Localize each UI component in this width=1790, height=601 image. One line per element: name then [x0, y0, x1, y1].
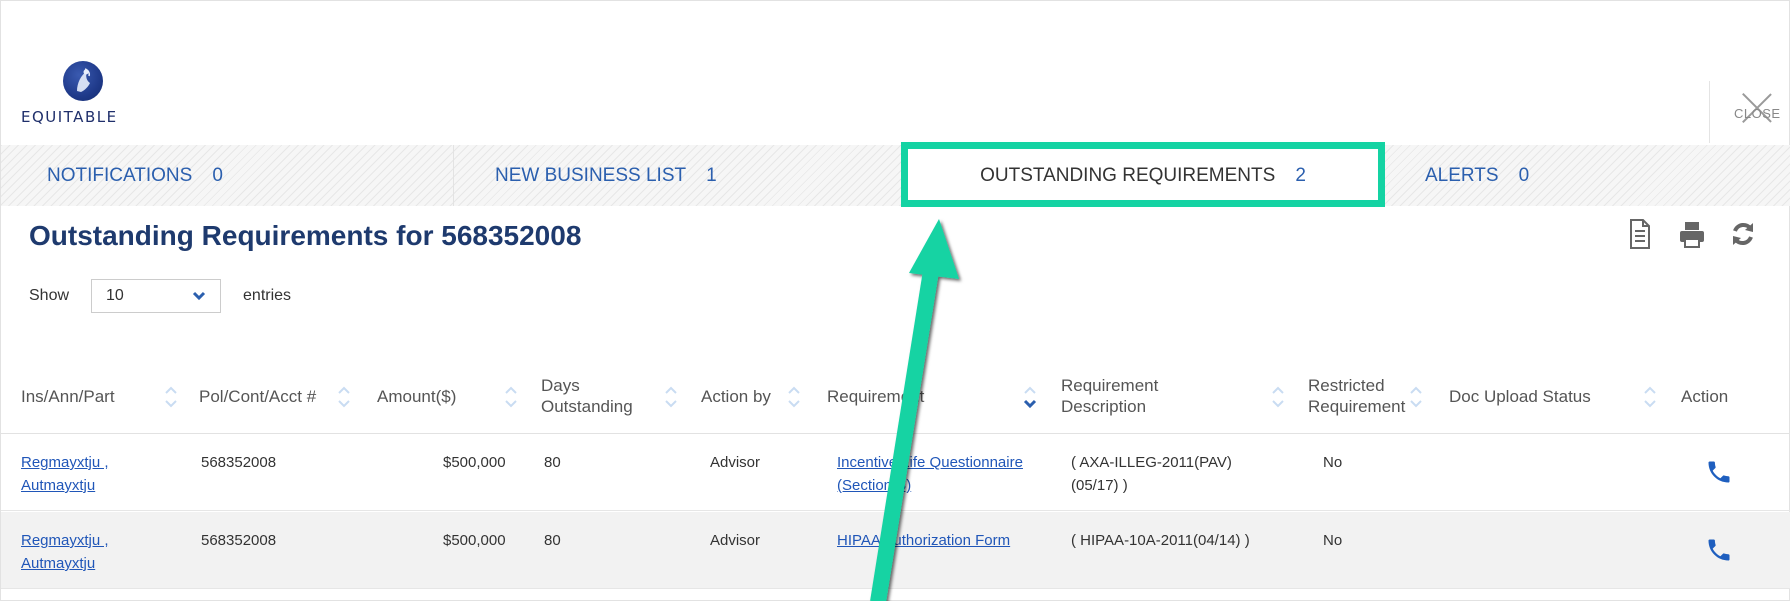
tab-bar: NOTIFICATIONS 0 NEW BUSINESS LIST 1 OUTS… — [1, 145, 1790, 206]
phone-icon[interactable] — [1705, 536, 1733, 564]
col-header-label[interactable]: Pol/Cont/Acct # — [199, 386, 316, 407]
col-header-label[interactable]: Days Outstanding — [541, 375, 651, 417]
requirement-line2[interactable]: (Section B) — [837, 474, 1023, 497]
col-header-label[interactable]: Action — [1681, 386, 1728, 407]
entries-value[interactable]: 10 — [106, 287, 124, 305]
refresh-icon[interactable] — [1728, 217, 1758, 251]
insured-name-line2[interactable]: Autmayxtju — [21, 552, 109, 575]
table-row: Regmayxtju , Autmayxtju 568352008 $500,0… — [1, 512, 1790, 589]
amount: $500,000 — [443, 454, 506, 471]
col-header-label[interactable]: Requirement Description — [1061, 375, 1191, 417]
description-line2: (05/17) ) — [1071, 477, 1128, 494]
tab-count[interactable]: 1 — [706, 165, 717, 187]
policy-number: 568352008 — [201, 532, 277, 549]
table-row: Regmayxtju , Autmayxtju 568352008 $500,0… — [1, 434, 1790, 511]
tab-label[interactable]: NOTIFICATIONS — [47, 165, 192, 187]
sort-icon[interactable] — [504, 384, 518, 410]
sort-icon[interactable] — [1271, 384, 1285, 410]
col-action[interactable]: Action — [1681, 358, 1728, 434]
tab-notifications[interactable]: NOTIFICATIONS 0 — [47, 145, 223, 206]
col-days-outstanding[interactable]: Days Outstanding — [541, 358, 651, 434]
logo-wordmark: EQUITABLE — [21, 108, 118, 126]
requirement-link[interactable]: Incentive Life Questionnaire (Section B) — [837, 451, 1023, 497]
policy-number: 568352008 — [201, 454, 277, 471]
description-line1: ( AXA-ILLEG-2011(PAV) — [1071, 454, 1232, 471]
col-restricted-requirement[interactable]: Restricted Requirement — [1308, 358, 1418, 434]
requirement-line1[interactable]: HIPAA Authorization Form — [837, 529, 1010, 552]
col-amount[interactable]: Amount($) — [377, 358, 456, 434]
page-title: Outstanding Requirements for 568352008 — [29, 220, 582, 251]
show-entries-control: Show 10 entries — [29, 279, 291, 313]
tab-label[interactable]: NEW BUSINESS LIST — [495, 165, 686, 187]
col-header-label[interactable]: Amount($) — [377, 386, 456, 407]
requirement-description: ( HIPAA-10A-2011(04/14) ) — [1071, 529, 1250, 552]
amount: $500,000 — [443, 532, 506, 549]
requirement-description: ( AXA-ILLEG-2011(PAV) (05/17) ) — [1071, 451, 1232, 497]
requirement-line1[interactable]: Incentive Life Questionnaire — [837, 451, 1023, 474]
sort-desc-icon[interactable] — [1023, 384, 1037, 410]
description-line1: ( HIPAA-10A-2011(04/14) ) — [1071, 532, 1250, 549]
equitable-logo: EQUITABLE — [21, 61, 141, 131]
tab-new-business-list[interactable]: NEW BUSINESS LIST 1 — [495, 145, 717, 206]
action-by: Advisor — [710, 532, 761, 549]
modal-window: EQUITABLE CLOSE NOTIFICATIONS 0 NEW BUSI… — [0, 0, 1790, 601]
restricted-requirement: No — [1323, 532, 1343, 549]
chevron-down-icon[interactable] — [192, 289, 206, 303]
col-header-label[interactable]: Restricted Requirement — [1308, 375, 1418, 417]
insured-name-line1[interactable]: Regmayxtju , — [21, 529, 109, 552]
insured-name[interactable]: Regmayxtju , Autmayxtju — [21, 451, 109, 497]
col-policy[interactable]: Pol/Cont/Acct # — [199, 358, 316, 434]
col-doc-upload-status[interactable]: Doc Upload Status — [1449, 358, 1591, 434]
requirement-link[interactable]: HIPAA Authorization Form — [837, 529, 1010, 552]
col-header-label[interactable]: Requirement — [827, 386, 924, 407]
show-label: Show — [29, 287, 70, 304]
col-header-label[interactable]: Ins/Ann/Part — [21, 386, 115, 407]
logo-seal-icon — [63, 61, 103, 101]
tab-alerts[interactable]: ALERTS 0 — [1425, 145, 1529, 206]
print-icon[interactable] — [1677, 217, 1707, 251]
col-header-label[interactable]: Action by — [701, 386, 771, 407]
annotation-highlight-box — [901, 142, 1385, 207]
sort-icon[interactable] — [337, 384, 351, 410]
document-icon[interactable] — [1625, 217, 1655, 251]
entries-label: entries — [243, 287, 292, 304]
col-requirement-description[interactable]: Requirement Description — [1061, 358, 1191, 434]
col-requirement[interactable]: Requirement — [827, 358, 924, 434]
days-outstanding: 80 — [544, 454, 561, 471]
insured-name-line1[interactable]: Regmayxtju , — [21, 451, 109, 474]
restricted-requirement: No — [1323, 454, 1343, 471]
close-button[interactable]: CLOSE — [1709, 81, 1790, 143]
sort-icon[interactable] — [787, 384, 801, 410]
col-ins-ann-part[interactable]: Ins/Ann/Part — [21, 358, 115, 434]
sort-icon[interactable] — [664, 384, 678, 410]
sort-icon[interactable] — [1643, 384, 1657, 410]
insured-name[interactable]: Regmayxtju , Autmayxtju — [21, 529, 109, 575]
sort-icon[interactable] — [164, 384, 178, 410]
entries-select[interactable]: 10 — [91, 279, 222, 313]
tab-label[interactable]: ALERTS — [1425, 165, 1499, 187]
insured-name-line2[interactable]: Autmayxtju — [21, 474, 109, 497]
sort-icon[interactable] — [1409, 384, 1423, 410]
phone-icon[interactable] — [1705, 458, 1733, 486]
col-action-by[interactable]: Action by — [701, 358, 771, 434]
tab-count[interactable]: 0 — [1519, 165, 1530, 187]
tab-count[interactable]: 0 — [212, 165, 223, 187]
tab-divider — [453, 145, 454, 206]
col-header-label[interactable]: Doc Upload Status — [1449, 386, 1591, 407]
action-by: Advisor — [710, 454, 761, 471]
days-outstanding: 80 — [544, 532, 561, 549]
table-header: Ins/Ann/Part Pol/Cont/Acct # Amount($) D… — [1, 358, 1790, 434]
close-label[interactable]: CLOSE — [1734, 106, 1781, 121]
